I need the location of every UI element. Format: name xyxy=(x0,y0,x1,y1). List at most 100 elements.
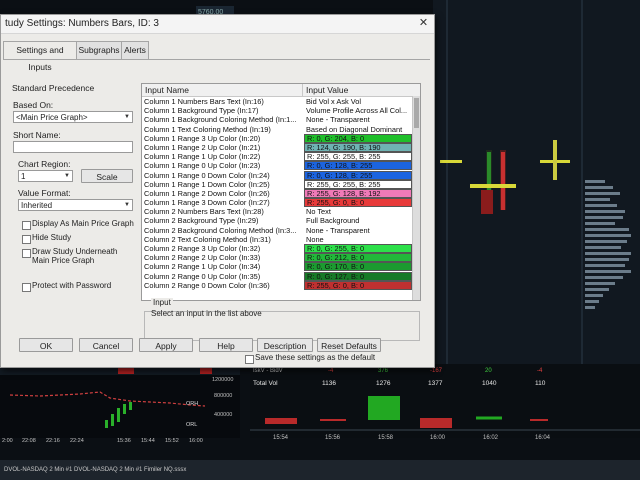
right-time-4: 16:00 xyxy=(430,435,446,441)
input-name-cell: Column 2 Range 0 Down Color (In:36) xyxy=(144,280,270,290)
save-default-label: Save these settings as the default xyxy=(255,353,376,362)
input-value-cell[interactable]: R: 255, G: 255, B: 255 xyxy=(304,152,412,162)
input-name-cell: Column 2 Range 1 Up Color (In:34) xyxy=(144,262,261,272)
right-time-2: 15:56 xyxy=(325,435,341,441)
input-name-cell: Column 1 Text Coloring Method (In:19) xyxy=(144,124,271,134)
table-header: Input Name Input Value xyxy=(142,84,420,97)
input-value-cell[interactable]: Bid Vol x Ask Vol xyxy=(304,97,412,106)
input-value-cell[interactable]: R: 255, G: 255, B: 255 xyxy=(304,179,412,189)
input-value-cell[interactable]: R: 0, G: 212, B: 0 xyxy=(304,253,412,263)
table-row[interactable]: Column 2 Background Type (In:29) Full Bac… xyxy=(142,216,420,225)
table-row[interactable]: Column 2 Numbers Bars Text (In:28) No Tex… xyxy=(142,207,420,216)
help-button[interactable]: Help xyxy=(199,338,253,352)
tab-subgraphs[interactable]: Subgraphs xyxy=(76,41,122,59)
cancel-button[interactable]: Cancel xyxy=(79,338,133,352)
scrollbar-thumb[interactable] xyxy=(414,98,419,128)
input-value-cell[interactable]: R: 0, G: 204, B: 0 xyxy=(304,133,412,143)
total-vol-3: 1377 xyxy=(428,380,443,387)
table-row[interactable]: Column 2 Range 0 Up Color (In:35) R: 0, G… xyxy=(142,271,420,281)
table-row[interactable]: Column 2 Range 0 Down Color (In:36) R: 25… xyxy=(142,280,420,290)
input-name-cell: Column 1 Range 2 Up Color (In:21) xyxy=(144,142,261,152)
inputs-table[interactable]: Input Name Input Value Column 1 Numbers … xyxy=(141,83,421,301)
table-row[interactable]: Column 1 Range 3 Down Color (In:27) R: 25… xyxy=(142,198,420,208)
description-button[interactable]: Description xyxy=(257,338,313,352)
svg-text:Total Vol: Total Vol xyxy=(253,380,278,387)
input-name-cell: Column 2 Text Coloring Method (In:31) xyxy=(144,234,271,244)
based-on-dropdown[interactable]: <Main Price Graph> ▼ xyxy=(13,111,133,123)
scale-button[interactable]: Scale xyxy=(81,169,133,183)
table-row[interactable]: Column 1 Range 3 Up Color (In:20) R: 0, G… xyxy=(142,133,420,143)
left-time-7: 15:52 xyxy=(165,438,179,444)
hide-study-checkbox[interactable] xyxy=(22,235,31,244)
table-row[interactable]: Column 2 Range 1 Up Color (In:34) R: 0, G… xyxy=(142,262,420,272)
table-row[interactable]: Column 1 Text Coloring Method (In:19) Bas… xyxy=(142,125,420,134)
value-format-label: Value Format: xyxy=(18,188,71,198)
input-name-cell: Column 2 Range 0 Up Color (In:35) xyxy=(144,271,261,281)
table-row[interactable]: Column 1 Range 1 Down Color (In:25) R: 25… xyxy=(142,179,420,189)
table-row[interactable]: Column 2 Range 2 Up Color (In:33) R: 0, G… xyxy=(142,253,420,263)
right-row-top-3: -167 xyxy=(430,368,443,374)
input-name-cell: Column 1 Background Type (In:17) xyxy=(144,106,259,116)
draw-underneath-checkbox[interactable] xyxy=(22,249,31,258)
close-icon[interactable]: ✕ xyxy=(416,16,431,31)
dialog-titlebar[interactable]: tudy Settings: Numbers Bars, ID: 3 ✕ xyxy=(1,15,434,34)
reset-defaults-button[interactable]: Reset Defaults xyxy=(317,338,381,352)
input-value-cell[interactable]: None xyxy=(304,235,412,244)
right-time-3: 15:58 xyxy=(378,435,394,441)
table-row[interactable]: Column 1 Numbers Bars Text (In:16) Bid Vo… xyxy=(142,97,420,106)
save-default-checkbox[interactable] xyxy=(245,355,254,364)
dialog-title: tudy Settings: Numbers Bars, ID: 3 xyxy=(5,18,159,29)
input-name-cell: Column 2 Background Coloring Method (In:… xyxy=(144,225,297,235)
input-value-cell[interactable]: Full Background xyxy=(304,216,412,225)
left-time-5: 15:36 xyxy=(117,438,131,444)
table-row[interactable]: Column 2 Background Coloring Method (In:… xyxy=(142,226,420,235)
table-row[interactable]: Column 1 Range 2 Up Color (In:21) R: 124,… xyxy=(142,142,420,152)
table-scrollbar[interactable] xyxy=(412,96,420,300)
input-value-cell[interactable]: R: 0, G: 255, B: 0 xyxy=(304,244,412,253)
input-value-cell[interactable]: None - Transparent xyxy=(304,115,412,124)
input-value-cell[interactable]: R: 0, G: 170, B: 0 xyxy=(304,262,412,272)
input-value-cell[interactable]: R: 255, G: 0, B: 0 xyxy=(304,280,412,290)
input-value-cell[interactable]: Volume Profile Across All Col... xyxy=(304,106,412,115)
tab-alerts[interactable]: Alerts xyxy=(121,41,149,59)
input-name-cell: Column 1 Range 0 Up Color (In:23) xyxy=(144,161,261,171)
table-row[interactable]: Column 1 Background Type (In:17) Volume P… xyxy=(142,106,420,115)
input-group-label: Input xyxy=(151,298,173,307)
chevron-down-icon: ▼ xyxy=(124,202,130,208)
table-row[interactable]: Column 1 Range 0 Down Color (In:24) R: 0,… xyxy=(142,170,420,180)
input-value-cell[interactable]: R: 0, G: 128, B: 255 xyxy=(304,161,412,171)
input-value-cell[interactable]: No Text xyxy=(304,207,412,216)
table-row[interactable]: Column 1 Range 2 Down Color (In:26) R: 25… xyxy=(142,188,420,198)
input-value-cell[interactable]: R: 255, G: 128, B: 192 xyxy=(304,188,412,198)
left-value-3: 400000 xyxy=(214,412,232,418)
standard-precedence-label: Standard Precedence xyxy=(12,83,95,93)
input-name-cell: Column 1 Numbers Bars Text (In:16) xyxy=(144,97,264,106)
ok-button[interactable]: OK xyxy=(19,338,73,352)
table-row[interactable]: Column 1 Range 0 Up Color (In:23) R: 0, G… xyxy=(142,161,420,171)
total-vol-2: 1276 xyxy=(376,380,391,387)
value-format-dropdown[interactable]: Inherited ▼ xyxy=(18,199,133,211)
orl-tag: ORL xyxy=(186,422,197,428)
short-name-input[interactable] xyxy=(13,141,133,153)
input-name-cell: Column 1 Range 0 Down Color (In:24) xyxy=(144,170,270,180)
chart-region-dropdown[interactable]: 1 ▼ xyxy=(18,170,73,182)
input-value-cell[interactable]: R: 0, G: 127, B: 0 xyxy=(304,271,412,281)
input-value-cell[interactable]: R: 0, G: 128, B: 255 xyxy=(304,170,412,180)
table-row[interactable]: Column 2 Range 3 Up Color (In:32) R: 0, G… xyxy=(142,244,420,253)
protect-password-checkbox[interactable] xyxy=(22,283,31,292)
input-value-cell[interactable]: Based on Diagonal Dominant xyxy=(304,125,412,134)
left-time-2: 22:08 xyxy=(22,438,36,444)
input-value-cell[interactable]: None - Transparent xyxy=(304,226,412,235)
display-as-main-checkbox[interactable] xyxy=(22,221,31,230)
left-value-1: 1200000 xyxy=(212,377,233,383)
input-name-cell: Column 1 Background Coloring Method (In:… xyxy=(144,115,297,125)
tab-settings-and-inputs[interactable]: Settings and Inputs xyxy=(3,41,77,72)
input-value-cell[interactable]: R: 255, G: 0, B: 0 xyxy=(304,198,412,208)
input-value-cell[interactable]: R: 124, G: 190, B: 190 xyxy=(304,142,412,152)
table-row[interactable]: Column 1 Background Coloring Method (In:… xyxy=(142,115,420,124)
table-row[interactable]: Column 2 Text Coloring Method (In:31) Non… xyxy=(142,235,420,244)
table-row[interactable]: Column 1 Range 1 Up Color (In:22) R: 255,… xyxy=(142,152,420,162)
left-time-4: 22:24 xyxy=(70,438,84,444)
apply-button[interactable]: Apply xyxy=(139,338,193,352)
chart-region-value: 1 xyxy=(21,172,26,181)
